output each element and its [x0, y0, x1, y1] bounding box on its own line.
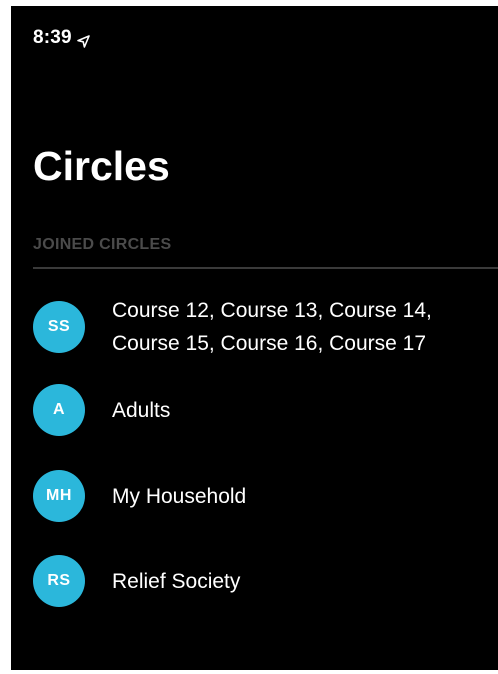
avatar: SS [33, 301, 85, 353]
circle-name: Relief Society [112, 565, 240, 598]
circle-name: Course 12, Course 13, Course 14, Course … [112, 294, 432, 360]
circle-item-adults[interactable]: A Adults [33, 384, 498, 436]
avatar: MH [33, 470, 85, 522]
phone-screen: 8:39 Circles JOINED CIRCLES SS Course 12… [11, 6, 498, 670]
circle-item-my-household[interactable]: MH My Household [33, 470, 498, 522]
circle-item-relief-society[interactable]: RS Relief Society [33, 555, 498, 607]
circle-name: My Household [112, 480, 246, 513]
circle-name-line: Adults [112, 398, 171, 422]
circle-name-line: Relief Society [112, 569, 241, 593]
circle-item-ss[interactable]: SS Course 12, Course 13, Course 14, Cour… [33, 294, 498, 360]
avatar: A [33, 384, 85, 436]
circle-name-line: Course 15, Course 16, Course 17 [112, 332, 427, 355]
circle-name: Adults [112, 394, 170, 427]
circle-list: SS Course 12, Course 13, Course 14, Cour… [11, 6, 498, 670]
circle-name-line: My Household [112, 484, 247, 508]
circle-name-line: Course 12, Course 13, Course 14, [112, 299, 432, 322]
avatar: RS [33, 555, 85, 607]
